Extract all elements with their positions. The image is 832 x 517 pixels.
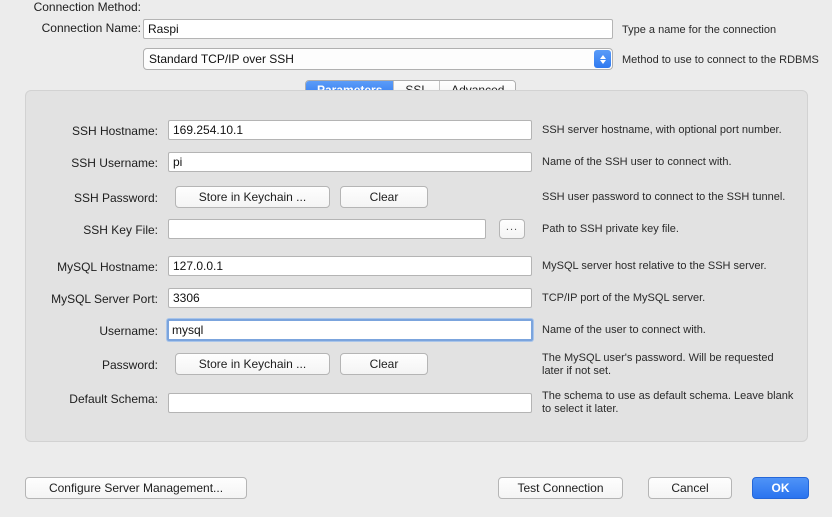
mysql-hostname-label: MySQL Hostname:: [57, 260, 158, 274]
connection-name-label: Connection Name:: [41, 21, 141, 35]
mysql-server-port-label: MySQL Server Port:: [51, 292, 158, 306]
ok-button[interactable]: OK: [752, 477, 809, 499]
mysql-password-store-in-keychain-button[interactable]: Store in Keychain ...: [175, 353, 330, 375]
ssh-hostname-label: SSH Hostname:: [71, 124, 158, 138]
ssh-password-label: SSH Password:: [73, 191, 158, 205]
ssh-key-file-input[interactable]: [168, 219, 486, 239]
connection-method-value[interactable]: Standard TCP/IP over SSH: [143, 48, 613, 70]
ssh-key-file-hint: Path to SSH private key file.: [542, 223, 679, 235]
connection-name-hint: Type a name for the connection: [622, 24, 777, 36]
ssh-key-file-browse-button[interactable]: ...: [499, 219, 525, 239]
mysql-password-hint: The MySQL user's password. Will be reque…: [542, 352, 774, 377]
configure-server-management-button[interactable]: Configure Server Management...: [25, 477, 247, 499]
mysql-password-label: Password:: [101, 358, 158, 372]
mysql-password-clear-button[interactable]: Clear: [340, 353, 428, 375]
cancel-button[interactable]: Cancel: [648, 477, 732, 499]
mysql-hostname-input[interactable]: [168, 256, 532, 276]
username-hint: Name of the user to connect with.: [542, 324, 706, 336]
connection-method-hint: Method to use to connect to the RDBMS: [622, 54, 819, 66]
ssh-key-file-label: SSH Key File:: [83, 223, 158, 237]
username-label: Username:: [99, 324, 158, 338]
default-schema-hint: The schema to use as default schema. Lea…: [542, 390, 794, 415]
ssh-hostname-hint: SSH server hostname, with optional port …: [542, 124, 782, 136]
ssh-password-hint: SSH user password to connect to the SSH …: [542, 191, 786, 203]
chevron-down-icon: [599, 59, 606, 64]
default-schema-input[interactable]: [168, 393, 532, 413]
ssh-password-clear-button[interactable]: Clear: [340, 186, 428, 208]
ssh-username-label: SSH Username:: [71, 156, 158, 170]
ssh-username-input[interactable]: [168, 152, 532, 172]
connection-method-label: Connection Method:: [33, 0, 141, 14]
default-schema-label: Default Schema:: [69, 392, 158, 406]
connection-method-combobox[interactable]: Standard TCP/IP over SSH: [143, 48, 613, 70]
username-input[interactable]: [167, 319, 533, 341]
mysql-hostname-hint: MySQL server host relative to the SSH se…: [542, 260, 767, 272]
mysql-server-port-input[interactable]: [168, 288, 532, 308]
mysql-server-port-hint: TCP/IP port of the MySQL server.: [542, 292, 706, 304]
test-connection-button[interactable]: Test Connection: [498, 477, 623, 499]
ssh-password-store-in-keychain-button[interactable]: Store in Keychain ...: [175, 186, 330, 208]
chevron-up-icon: [599, 54, 606, 59]
chevron-updown-icon[interactable]: [594, 50, 611, 68]
connection-name-input[interactable]: [143, 19, 613, 39]
ssh-hostname-input[interactable]: [168, 120, 532, 140]
ssh-username-hint: Name of the SSH user to connect with.: [542, 156, 732, 168]
